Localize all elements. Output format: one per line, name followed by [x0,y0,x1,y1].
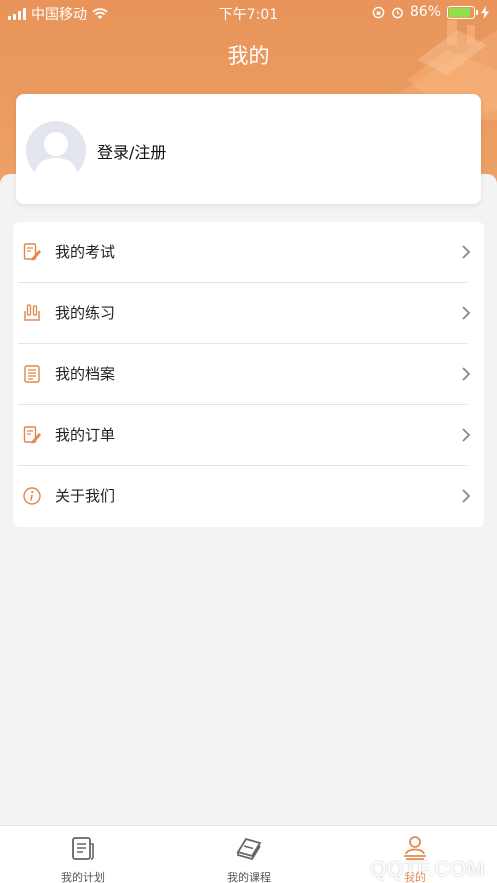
menu-label: 我的档案 [55,365,116,383]
status-bar: 中国移动 下午7:01 86% [0,0,497,26]
tab-my-courses[interactable]: 我的课程 [166,826,332,883]
menu-item-order[interactable]: 我的订单 [13,405,484,466]
rotation-lock-icon [372,6,385,18]
menu-label: 我的练习 [55,304,116,322]
chevron-right-icon [462,489,471,503]
login-register-link[interactable]: 登录/注册 [97,139,166,163]
tab-label: 我的计划 [61,871,105,883]
alarm-icon [391,7,403,18]
user-login-card[interactable]: 登录/注册 [16,94,481,204]
charging-icon [481,5,489,19]
exam-edit-icon [23,243,41,261]
chevron-right-icon [462,306,471,320]
plan-icon [72,837,94,860]
chevron-right-icon [462,428,471,442]
battery-percent: 86% [409,4,441,20]
menu-item-practice[interactable]: 我的练习 [13,283,484,344]
avatar [26,121,86,181]
chevron-right-icon [462,245,471,259]
practice-icon [24,304,40,321]
menu-label: 我的考试 [55,243,116,261]
menu-list: 我的考试 我的练习 我的档案 我的订单 关于我们 [13,222,484,527]
menu-item-exam[interactable]: 我的考试 [13,222,484,283]
battery-icon [447,5,478,19]
menu-label: 关于我们 [55,487,116,505]
order-edit-icon [23,426,41,444]
watermark: QQTF.COM [370,858,485,881]
chevron-right-icon [462,367,471,381]
tab-label: 我的课程 [227,871,271,883]
tab-my-plan[interactable]: 我的计划 [0,826,166,883]
book-icon [236,837,262,861]
info-icon [23,487,41,505]
menu-item-archive[interactable]: 我的档案 [13,344,484,405]
page-title: 我的 [227,44,270,68]
menu-item-about-us[interactable]: 关于我们 [13,466,484,527]
archive-icon [24,365,40,383]
menu-label: 我的订单 [55,426,116,444]
default-avatar-icon [34,132,78,181]
